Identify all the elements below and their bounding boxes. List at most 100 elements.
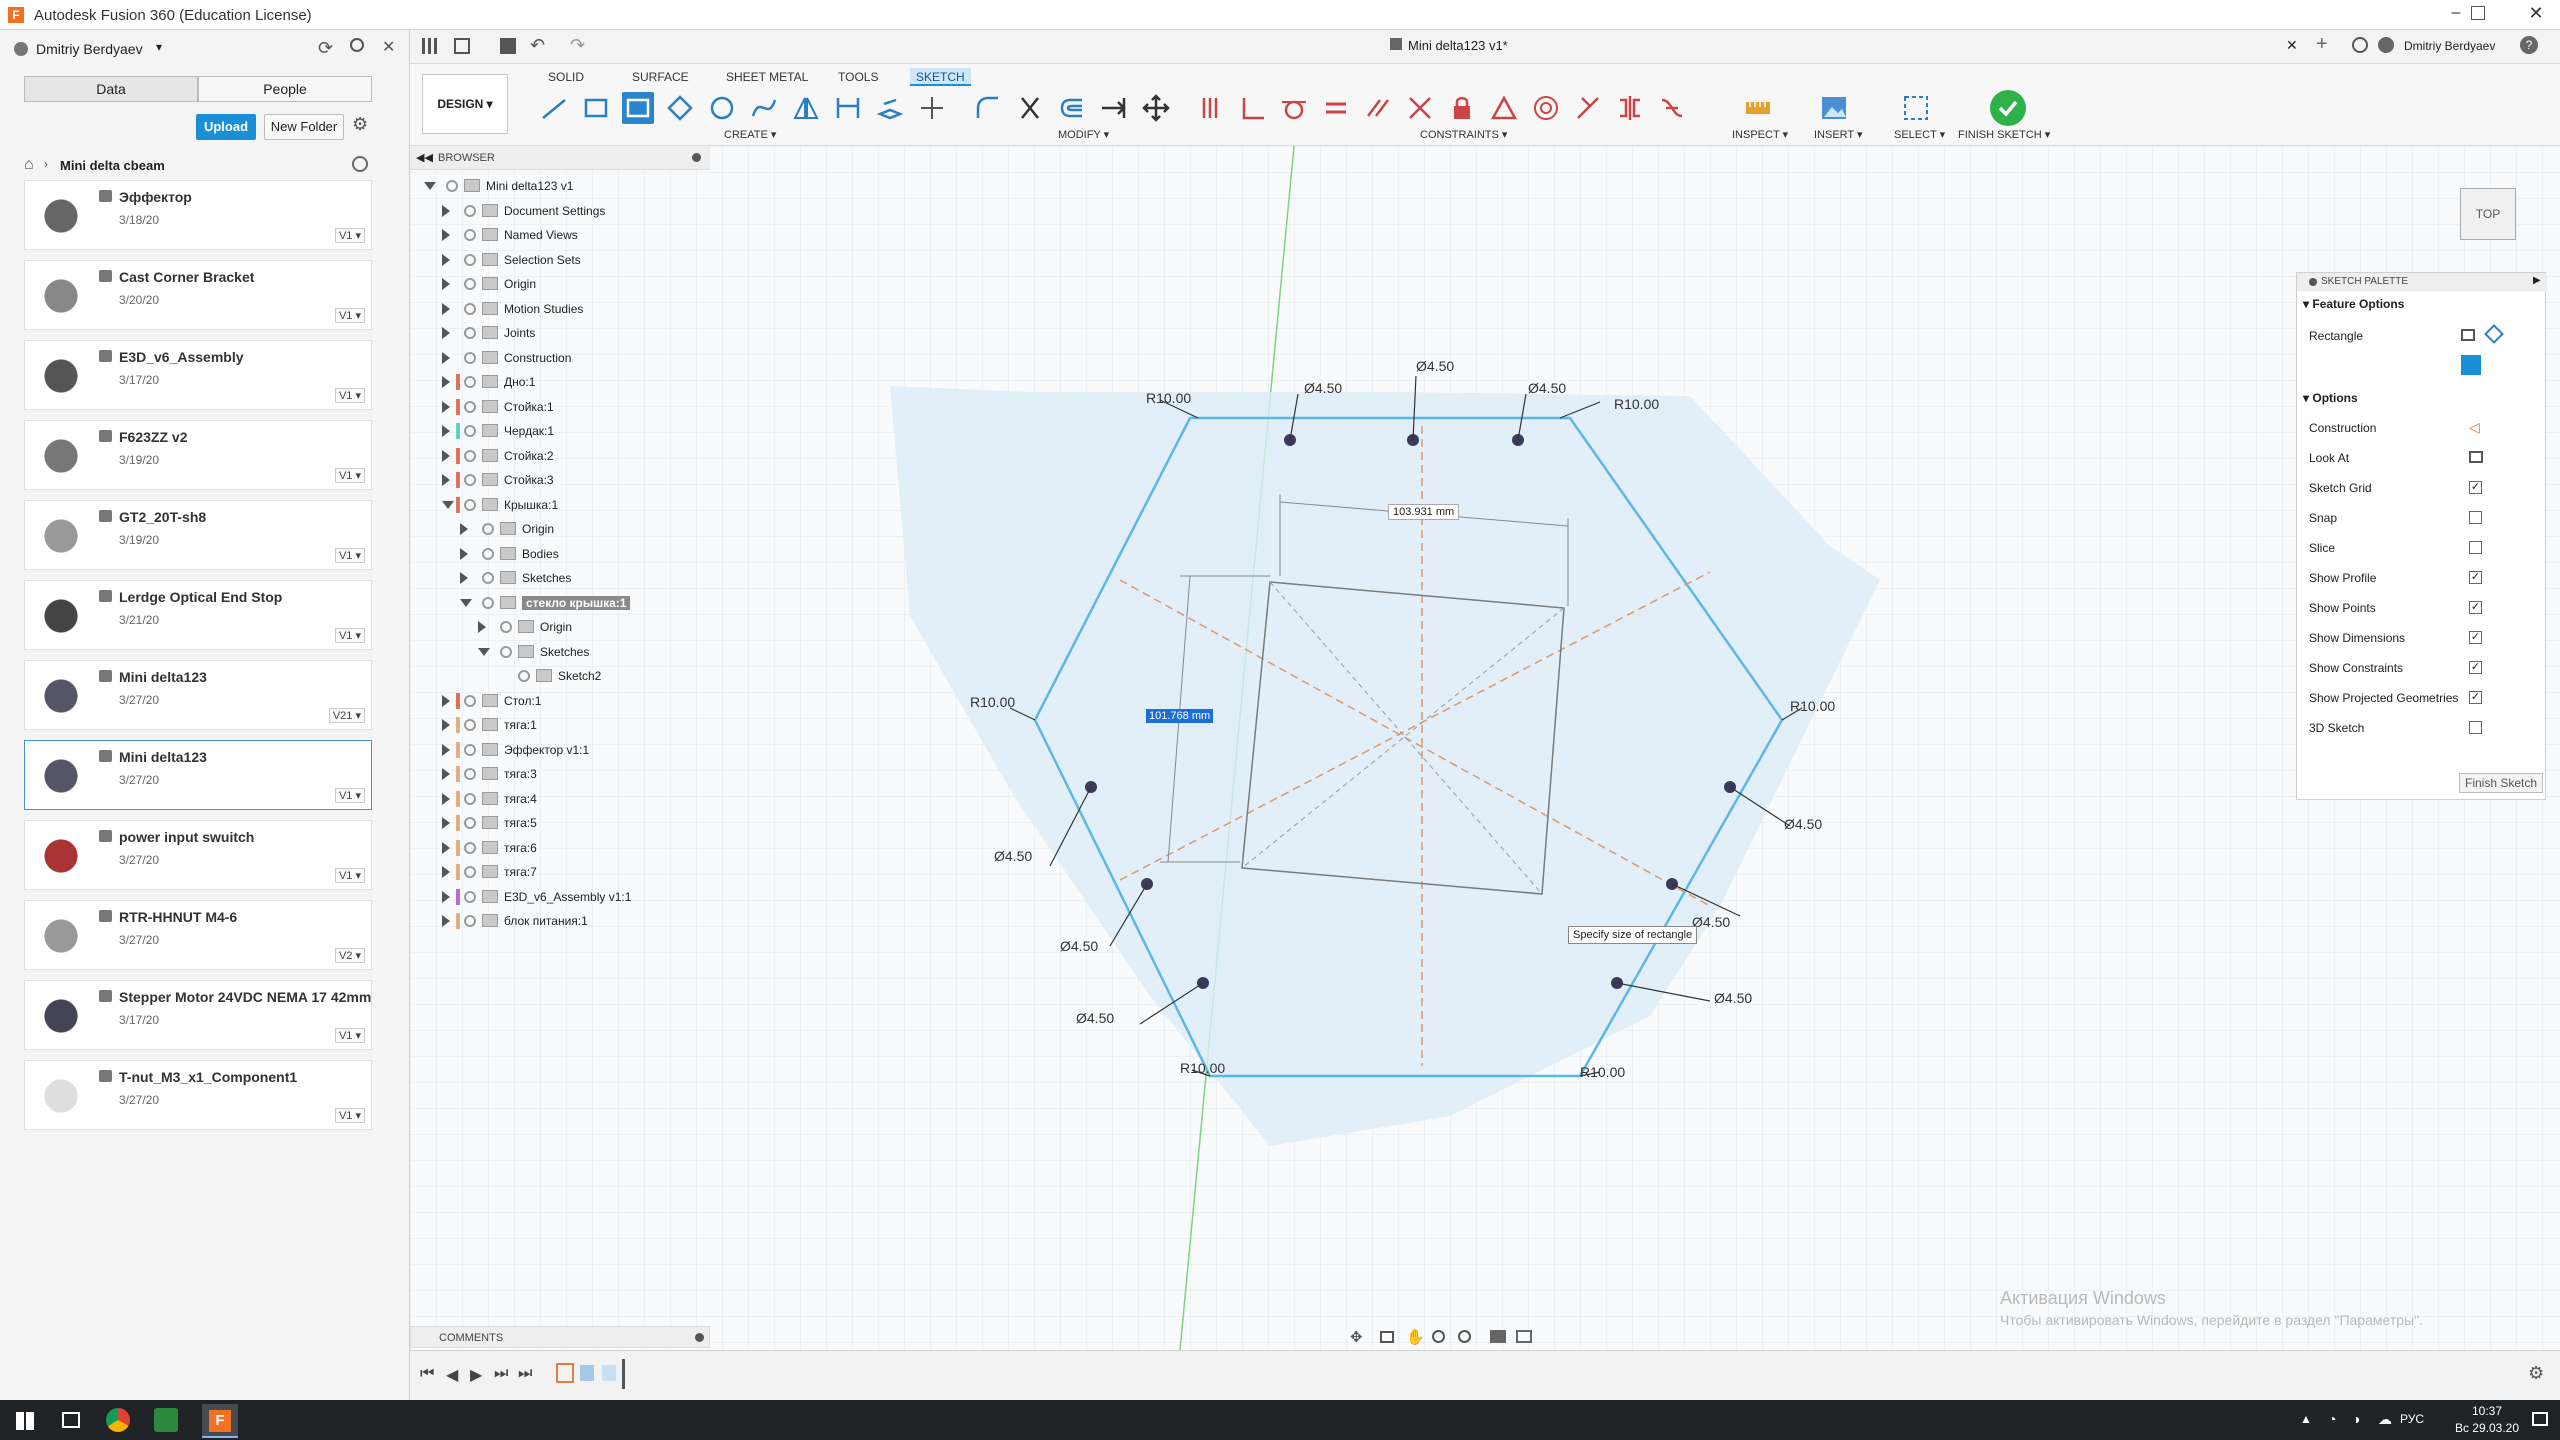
options-header[interactable]: ▾ Options xyxy=(2303,391,2358,405)
palette-option[interactable]: Show Points ✓ xyxy=(2297,593,2547,623)
browser-item[interactable]: тяга:6 xyxy=(410,836,700,860)
visibility-icon[interactable] xyxy=(464,841,476,854)
perpendicular-constraint-icon[interactable] xyxy=(1404,92,1436,124)
collapse-icon[interactable]: ◀◀ xyxy=(416,151,433,164)
file-version[interactable]: V1 ▾ xyxy=(334,1028,365,1043)
palette-expand-icon[interactable]: ▶ xyxy=(2533,275,2541,286)
midpoint-constraint-icon[interactable] xyxy=(1488,92,1520,124)
expand-icon[interactable] xyxy=(460,572,468,584)
browser-item[interactable]: Чердак:1 xyxy=(410,419,700,443)
viewport[interactable]: Ø4.50 Ø4.50 Ø4.50 Ø4.50 Ø4.50 Ø4.50 Ø4.5… xyxy=(410,146,2560,1350)
modify-group-label[interactable]: MODIFY ▾ xyxy=(1058,128,1109,141)
browser-item[interactable]: стекло крышка:1 xyxy=(410,591,700,615)
expand-icon[interactable] xyxy=(478,621,486,633)
browser-item[interactable]: тяга:3 xyxy=(410,762,700,786)
center-rectangle-tool-icon[interactable] xyxy=(622,92,654,124)
select-icon[interactable] xyxy=(1900,92,1932,124)
browser-item[interactable]: Стойка:3 xyxy=(410,468,700,492)
browser-item[interactable]: Sketches xyxy=(410,640,700,664)
palette-pin-icon[interactable] xyxy=(2309,278,2317,286)
maximize-button[interactable] xyxy=(2471,6,2485,20)
move-tool-icon[interactable] xyxy=(1140,92,1172,124)
windows-start-icon[interactable] xyxy=(16,1412,34,1430)
tab-tools[interactable]: TOOLS xyxy=(832,68,884,86)
visibility-icon[interactable] xyxy=(464,817,476,829)
curvature-constraint-icon[interactable] xyxy=(1656,92,1688,124)
tab-sketch[interactable]: SKETCH xyxy=(910,68,971,86)
visibility-icon[interactable] xyxy=(464,768,476,780)
tab-data[interactable]: Data xyxy=(24,76,198,102)
create-group-label[interactable]: CREATE ▾ xyxy=(724,128,776,141)
new-tab-icon[interactable]: + xyxy=(2316,33,2328,56)
browser-header[interactable]: ◀◀ BROWSER xyxy=(410,146,710,170)
dim-d5[interactable]: Ø4.50 xyxy=(1060,938,1098,954)
finish-sketch-icon[interactable] xyxy=(1990,90,2026,126)
inspect-group-label[interactable]: INSPECT ▾ xyxy=(1732,128,1788,141)
visibility-icon[interactable] xyxy=(464,425,476,437)
tab-solid[interactable]: SOLID xyxy=(542,68,590,86)
expand-icon[interactable] xyxy=(442,425,450,437)
parallel-constraint-icon[interactable] xyxy=(1362,92,1394,124)
task-view-icon[interactable] xyxy=(62,1412,80,1428)
fillet-tool-icon[interactable] xyxy=(972,92,1004,124)
visibility-icon[interactable] xyxy=(464,376,476,388)
app-icon[interactable] xyxy=(154,1408,178,1432)
tab-sheet-metal[interactable]: SHEET METAL xyxy=(720,68,814,86)
expand-icon[interactable] xyxy=(442,278,450,290)
clock-time[interactable]: 10:37 xyxy=(2452,1404,2522,1418)
network-icon[interactable]: ◔ xyxy=(2328,1411,2336,1427)
file-card[interactable]: power input swuitch 3/27/20 V1 ▾ xyxy=(24,820,372,890)
close-tab-icon[interactable]: ✕ xyxy=(2286,37,2298,54)
file-card[interactable]: E3D_v6_Assembly 3/17/20 V1 ▾ xyxy=(24,340,372,410)
palette-header[interactable]: SKETCH PALETTE ▶ xyxy=(2297,273,2547,291)
tab-people[interactable]: People xyxy=(198,76,372,102)
orbit-icon[interactable]: ✥ xyxy=(1350,1328,1363,1346)
palette-option[interactable]: 3D Sketch xyxy=(2297,713,2547,743)
expand-icon[interactable] xyxy=(442,915,450,927)
file-version[interactable]: V1 ▾ xyxy=(334,388,365,403)
fit-icon[interactable] xyxy=(1458,1330,1471,1343)
visibility-icon[interactable] xyxy=(482,572,494,584)
play-icon[interactable]: ▶ xyxy=(470,1365,482,1385)
dim-d2[interactable]: Ø4.50 xyxy=(1416,358,1454,374)
visibility-icon[interactable] xyxy=(464,694,476,707)
workspace-selector[interactable]: DESIGN ▾ xyxy=(422,74,508,134)
select-group-label[interactable]: SELECT ▾ xyxy=(1894,128,1945,141)
construction-icon[interactable]: ◁ xyxy=(2469,419,2480,436)
chevron-down-icon[interactable]: ▾ xyxy=(156,40,162,54)
dim-d8[interactable]: Ø4.50 xyxy=(1692,914,1730,930)
step-back-icon[interactable]: ◀ xyxy=(446,1365,458,1385)
equal-constraint-icon[interactable] xyxy=(1320,92,1352,124)
expand-icon[interactable] xyxy=(424,182,436,190)
visibility-icon[interactable] xyxy=(518,670,530,682)
expand-icon[interactable] xyxy=(442,841,450,854)
dim-r6[interactable]: R10.00 xyxy=(1580,1064,1625,1080)
file-version[interactable]: V1 ▾ xyxy=(334,628,365,643)
palette-option[interactable]: Slice xyxy=(2297,533,2547,563)
save-icon[interactable] xyxy=(500,38,516,54)
palette-option[interactable]: Show Constraints ✓ xyxy=(2297,653,2547,683)
look-at-icon[interactable] xyxy=(1380,1331,1394,1343)
finish-sketch-group-label[interactable]: FINISH SKETCH ▾ xyxy=(1958,128,2050,141)
browser-item[interactable]: тяга:5 xyxy=(410,811,700,835)
circle-tool-icon[interactable] xyxy=(706,92,738,124)
expand-icon[interactable] xyxy=(442,400,450,413)
notification-center-icon[interactable] xyxy=(2532,1412,2548,1426)
file-card[interactable]: Mini delta123 3/27/20 V1 ▾ xyxy=(24,740,372,810)
fusion-taskbar-icon[interactable]: F xyxy=(202,1404,238,1438)
fix-constraint-icon[interactable] xyxy=(1446,92,1478,124)
file-version[interactable]: V1 ▾ xyxy=(334,308,365,323)
expand-icon[interactable] xyxy=(442,792,450,805)
mirror-tool-icon[interactable] xyxy=(790,92,822,124)
dim-r4[interactable]: R10.00 xyxy=(1790,698,1835,714)
timeline-item-marker[interactable] xyxy=(580,1365,594,1381)
visibility-icon[interactable] xyxy=(464,302,476,315)
rectangle-3point-icon[interactable] xyxy=(2484,324,2504,344)
dim-r1[interactable]: R10.00 xyxy=(1146,390,1191,406)
pan-icon[interactable]: ✋ xyxy=(1406,1328,1425,1346)
file-menu-icon[interactable] xyxy=(454,38,470,54)
expand-icon[interactable] xyxy=(442,694,450,707)
browser-item[interactable]: Bodies xyxy=(410,542,700,566)
visibility-icon[interactable] xyxy=(464,278,476,290)
browser-item[interactable]: Origin xyxy=(410,517,700,541)
